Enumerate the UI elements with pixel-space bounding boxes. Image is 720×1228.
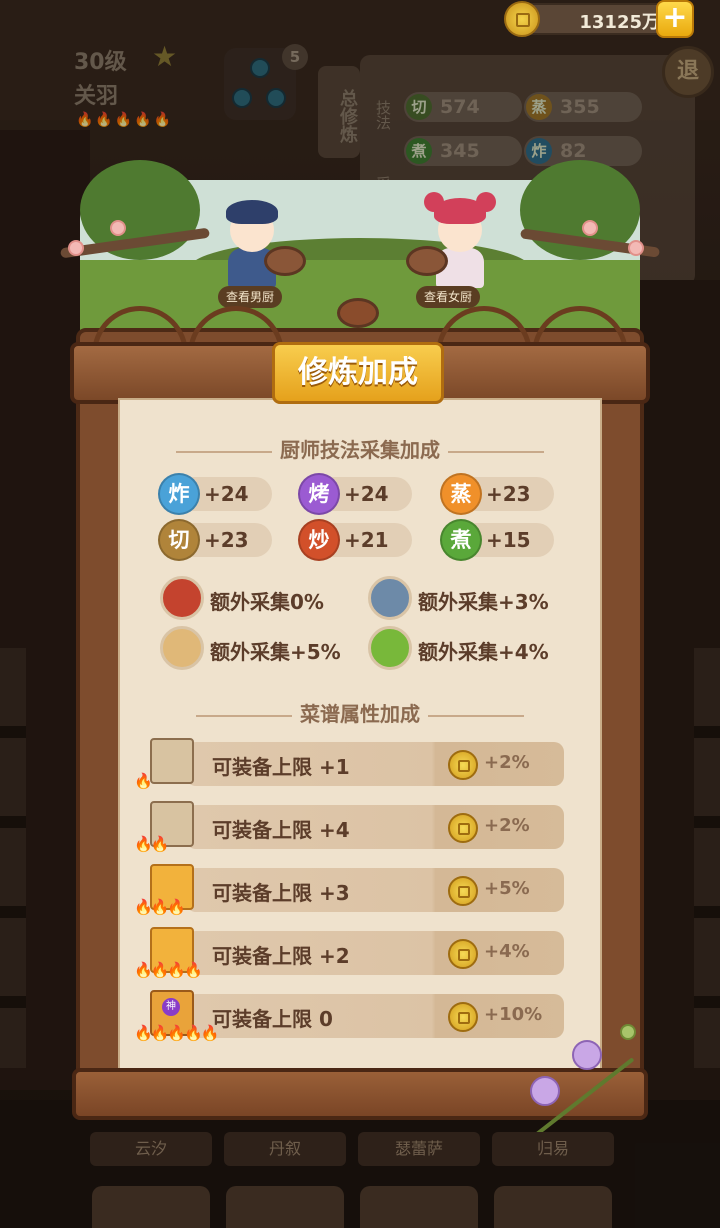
skill-bonus-fry: 炸 +24 (158, 473, 272, 515)
blossom-icon (628, 240, 644, 256)
recipe-limit-text: 可装备上限 +4 (212, 818, 350, 842)
roast-icon: 烤 (298, 473, 340, 515)
signpost-icon (264, 246, 306, 276)
extra-text: 额外采集+5% (210, 640, 341, 664)
add-coin-button[interactable]: + (656, 0, 694, 38)
flame-rating-icon: 🔥🔥🔥🔥🔥 (134, 1024, 219, 1042)
roster-avatar[interactable] (226, 1186, 344, 1228)
divine-badge-icon: 神 (162, 998, 180, 1016)
recipe-limit-text: 可装备上限 +3 (212, 881, 350, 905)
blossom-icon (582, 220, 598, 236)
divider-line (428, 714, 524, 717)
leaf-icon (620, 1024, 636, 1040)
skill-bonus-roast: 烤 +24 (298, 473, 412, 515)
recipe-coin-pct: +2% (484, 752, 530, 773)
flower-icon (530, 1076, 560, 1106)
recipe-row-4: 🔥🔥🔥🔥 可装备上限 +2 +4% (134, 927, 564, 979)
view-female-chef-button[interactable]: 查看女厨 (416, 286, 481, 308)
flame-rating-icon: 🔥🔥🔥 (134, 898, 186, 916)
meat-icon (160, 576, 204, 620)
coin-icon (504, 1, 540, 37)
coin-icon (448, 813, 478, 843)
skill-bonus-stirfry: 炒 +21 (298, 519, 412, 561)
recipe-coin-pct: +10% (484, 1004, 543, 1025)
center-ornament-icon (337, 298, 379, 328)
roster-name-3[interactable]: 瑟蕾萨 (358, 1132, 480, 1166)
recipe-limit-text: 可装备上限 +2 (212, 944, 350, 968)
recipe-row-1: 🔥 可装备上限 +1 +2% (134, 738, 564, 790)
fish-icon (368, 576, 412, 620)
blossom-icon (68, 240, 84, 256)
signpost-icon (406, 246, 448, 276)
flower-icon (572, 1040, 602, 1070)
section-title: 菜谱属性加成 (300, 702, 420, 726)
roster-avatar[interactable] (360, 1186, 478, 1228)
skill-bonus-value: +15 (486, 528, 531, 552)
coin-amount: 13125万 (579, 12, 660, 33)
roster-avatar[interactable] (494, 1186, 612, 1228)
extra-text: 额外采集+4% (418, 640, 549, 664)
recipe-limit-text: 可装备上限 0 (212, 1007, 333, 1031)
view-male-chef-button[interactable]: 查看男厨 (218, 286, 283, 308)
skill-bonus-value: +23 (486, 482, 531, 506)
stirfry-icon: 炒 (298, 519, 340, 561)
skill-bonus-value: +24 (204, 482, 249, 506)
panel-title: 修炼加成 (272, 342, 444, 404)
chef-hair (226, 200, 278, 224)
recipe-coin-pct: +5% (484, 878, 530, 899)
recipe-limit-text: 可装备上限 +1 (212, 755, 350, 779)
coin-icon (448, 750, 478, 780)
roster-name-2[interactable]: 丹叙 (224, 1132, 346, 1166)
skill-bonus-value: +23 (204, 528, 249, 552)
recipe-coin-pct: +2% (484, 815, 530, 836)
flame-rating-icon: 🔥 (134, 772, 153, 790)
roster-avatar[interactable] (92, 1186, 210, 1228)
skill-bonus-value: +24 (344, 482, 389, 506)
section-recipe-header: 菜谱属性加成 (118, 698, 602, 727)
recipe-scroll-icon (150, 738, 194, 784)
flame-rating-icon: 🔥🔥🔥🔥 (134, 961, 203, 979)
skill-bonus-cut: 切 +23 (158, 519, 272, 561)
cut-icon: 切 (158, 519, 200, 561)
section-skill-header: 厨师技法采集加成 (118, 434, 602, 463)
section-title: 厨师技法采集加成 (280, 438, 440, 462)
boil-icon: 煮 (440, 519, 482, 561)
divider-line (176, 450, 272, 453)
divider-line (196, 714, 292, 717)
coin-icon (448, 939, 478, 969)
extra-text: 额外采集0% (210, 590, 324, 614)
recipe-row-5: 神 🔥🔥🔥🔥🔥 可装备上限 0 +10% (134, 990, 564, 1042)
skill-bonus-boil: 煮 +15 (440, 519, 554, 561)
fry-icon: 炸 (158, 473, 200, 515)
extra-text: 额外采集+3% (418, 590, 549, 614)
coin-icon (448, 1002, 478, 1032)
coin-icon (448, 876, 478, 906)
roster-name-4[interactable]: 归易 (492, 1132, 614, 1166)
skill-bonus-value: +21 (344, 528, 389, 552)
vegetable-icon (368, 626, 412, 670)
chef-bun (424, 192, 444, 212)
recipe-row-2: 🔥🔥 可装备上限 +4 +2% (134, 801, 564, 853)
steam-icon: 蒸 (440, 473, 482, 515)
recipe-coin-pct: +4% (484, 941, 530, 962)
chef-bun (476, 192, 496, 212)
flour-icon (160, 626, 204, 670)
roster-name-1[interactable]: 云汐 (90, 1132, 212, 1166)
skill-bonus-steam: 蒸 +23 (440, 473, 554, 515)
blossom-icon (110, 220, 126, 236)
divider-line (448, 450, 544, 453)
recipe-row-3: 🔥🔥🔥 可装备上限 +3 +5% (134, 864, 564, 916)
flame-rating-icon: 🔥🔥 (134, 835, 169, 853)
